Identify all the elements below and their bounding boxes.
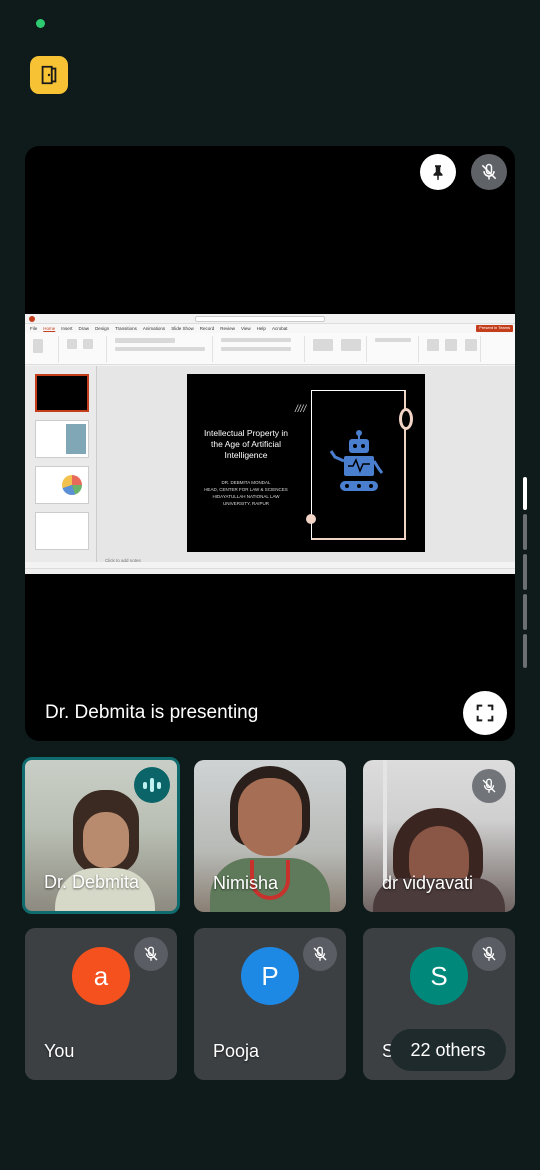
app-ribbon <box>25 333 515 365</box>
page-indicator[interactable] <box>523 554 527 590</box>
fullscreen-icon <box>476 704 494 722</box>
participant-name: You <box>44 1041 75 1061</box>
mic-off-icon <box>313 946 327 961</box>
fullscreen-button[interactable] <box>463 691 507 735</box>
avatar: S <box>410 947 468 1005</box>
participant-mic-status <box>134 937 168 971</box>
shared-screen: File Home Insert Draw Design Transitions… <box>25 314 515 574</box>
current-slide: //// Intellectual Property in the Age of… <box>187 374 425 552</box>
mic-off-icon <box>144 946 158 961</box>
page-indicator[interactable] <box>523 514 527 550</box>
slide-title: Intellectual Property in the Age of Arti… <box>203 428 289 460</box>
pin-button[interactable] <box>420 154 456 190</box>
notes-placeholder: Click to add notes <box>105 558 141 563</box>
mic-off-icon <box>481 163 497 180</box>
pin-icon <box>433 165 443 181</box>
participant-tile[interactable]: a You <box>25 928 177 1080</box>
participant-mic-status <box>303 937 337 971</box>
participant-name: Pooja <box>213 1041 260 1061</box>
door-exit-icon <box>41 65 57 85</box>
leave-call-button[interactable] <box>30 56 68 94</box>
participant-tile[interactable]: Nimisha <box>194 760 346 912</box>
app-statusbar <box>25 568 515 574</box>
connection-status-dot <box>36 19 45 28</box>
page-indicator[interactable] <box>523 594 527 630</box>
participant-tile[interactable]: Dr. Debmita <box>22 757 180 914</box>
others-button[interactable]: 22 others <box>390 1029 506 1071</box>
robot-icon <box>329 430 384 491</box>
slide-canvas: //// Intellectual Property in the Age of… <box>97 366 515 562</box>
participant-name: Dr. Debmita <box>44 872 140 892</box>
participant-tile[interactable]: dr vidyavati <box>363 760 515 912</box>
presentation-stage[interactable]: File Home Insert Draw Design Transitions… <box>25 146 515 741</box>
participant-tile[interactable]: P Pooja <box>194 928 346 1080</box>
app-titlebar <box>25 314 515 324</box>
present-in-teams-button: Present in Teams <box>476 325 513 332</box>
avatar: P <box>241 947 299 1005</box>
participant-name: dr vidyavati <box>382 873 474 893</box>
speaking-indicator <box>134 767 170 803</box>
participant-name: Nimisha <box>213 873 279 893</box>
app-menubar: File Home Insert Draw Design Transitions… <box>25 324 515 333</box>
avatar: a <box>72 947 130 1005</box>
mic-off-icon <box>482 946 496 961</box>
page-indicator[interactable] <box>523 634 527 668</box>
slide-author: DR. DEBMITA MONDAL HEAD, CENTER FOR LAW … <box>204 480 288 506</box>
slide-thumbnails <box>25 366 97 562</box>
participant-mic-status <box>472 769 506 803</box>
page-indicator-active[interactable] <box>523 477 527 510</box>
slide-decoration: //// <box>295 404 307 415</box>
presenter-mic-status <box>471 154 507 190</box>
participant-mic-status <box>472 937 506 971</box>
mic-off-icon <box>482 778 496 793</box>
presenter-label: Dr. Debmita is presenting <box>45 702 259 723</box>
